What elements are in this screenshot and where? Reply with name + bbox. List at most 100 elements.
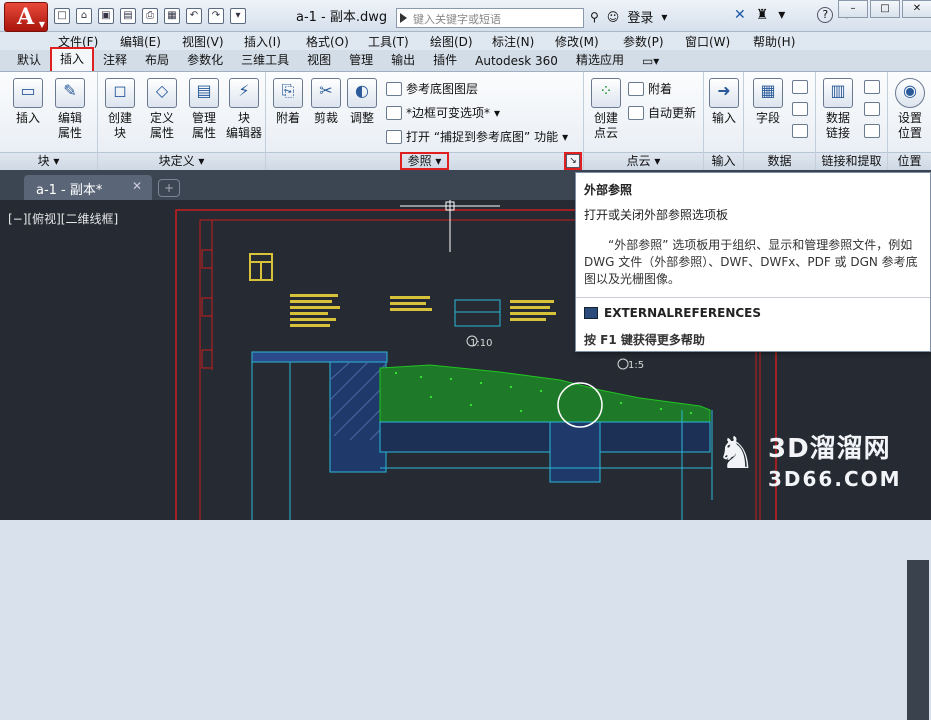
new-file-icon[interactable]: □ [54, 8, 70, 24]
login-button[interactable]: 登录 [627, 7, 653, 26]
frame-variable-dropdown[interactable]: *边框可变选项* ▾ [386, 104, 500, 121]
question-icon[interactable]: ? [817, 7, 834, 23]
user-icon[interactable]: ☺ [607, 10, 620, 24]
tab-output[interactable]: 输出 [382, 48, 424, 71]
undo-icon[interactable]: ↶ [186, 8, 202, 24]
upload-link-icon[interactable] [864, 102, 880, 116]
exchange-icon[interactable]: ✕ [734, 7, 746, 23]
adjust-label: 调整 [349, 111, 374, 125]
update-fields-icon[interactable] [792, 80, 808, 94]
tab-annotate[interactable]: 注释 [94, 48, 136, 71]
panel-title-block[interactable]: 块 ▾ [0, 152, 97, 170]
edit-attribute-icon: ✎ [55, 78, 85, 108]
binoculars-icon[interactable]: ⚲ [590, 10, 599, 24]
chevron-down-icon[interactable]: ▾ [778, 7, 785, 23]
save-icon[interactable]: ▣ [98, 8, 114, 24]
document-tab[interactable]: a-1 - 副本* ✕ [24, 175, 152, 200]
panel-title-reference[interactable]: 参照 ▾ [266, 152, 583, 170]
panel-title-location[interactable]: 位置 [888, 152, 931, 170]
watermark: ♞ 3D溜溜网 3D66.COM [716, 428, 902, 491]
external-references-launcher[interactable]: ↘ [564, 152, 582, 170]
block-editor-label-2: 编辑器 [225, 126, 262, 140]
panel-import: ➜ 输入 输入 [704, 72, 744, 170]
manage-attribute-icon: ▤ [189, 78, 219, 108]
ribbon-tab-bar: 默认 插入 注释 布局 参数化 三维工具 视图 管理 输出 插件 Autodes… [0, 47, 931, 72]
tab-autodesk-360[interactable]: Autodesk 360 [466, 51, 567, 71]
chevron-down-icon: ▾ [562, 129, 569, 144]
insert-block-button[interactable]: ▭ 插入 [6, 78, 50, 126]
define-attribute-label-1: 定义 [149, 111, 174, 125]
tab-plugins[interactable]: 插件 [424, 48, 466, 71]
auto-update-label: 自动更新 [648, 106, 697, 120]
watermark-line-1: 3D溜溜网 [768, 434, 891, 464]
close-window-button[interactable]: ✕ [902, 0, 931, 18]
attach-point-cloud-button[interactable]: 附着 [628, 80, 672, 97]
panel-title-linking[interactable]: 链接和提取 [816, 152, 887, 170]
menu-window[interactable]: 窗口(W) [685, 32, 753, 50]
create-point-cloud-button[interactable]: ⁘ 创建 点云 [584, 78, 628, 141]
maximize-button[interactable]: □ [870, 0, 900, 18]
edit-attribute-button[interactable]: ✎ 编辑 属性 [48, 78, 92, 141]
tab-insert[interactable]: 插入 [50, 47, 95, 71]
data-link-button[interactable]: ▥ 数据 链接 [816, 78, 860, 141]
download-link-icon[interactable] [864, 124, 880, 138]
snap-underlay-dropdown[interactable]: 打开 “捕捉到参考底图” 功能 ▾ [386, 128, 568, 145]
external-references-tooltip: 外部参照 打开或关闭外部参照选项板 “外部参照” 选项板用于组织、显示和管理参照… [575, 172, 931, 352]
search-input[interactable]: 键入关键字或短语 [396, 8, 584, 28]
panel-title-import[interactable]: 输入 [704, 152, 743, 170]
block-editor-button[interactable]: ⚡ 块 编辑器 [222, 78, 266, 141]
manage-attribute-button[interactable]: ▤ 管理 属性 [182, 78, 226, 141]
menu-dimension[interactable]: 标注(N) [492, 32, 555, 50]
field-button[interactable]: ▦ 字段 [746, 78, 790, 126]
new-tab-button[interactable]: + [158, 179, 180, 197]
clip-icon: ✂ [311, 78, 341, 108]
extract-data-icon[interactable] [864, 80, 880, 94]
paperclip-icon: ⎘ [273, 78, 303, 108]
redo-icon[interactable]: ↷ [208, 8, 224, 24]
application-menu-button[interactable]: A ▼ [4, 2, 48, 32]
tab-default[interactable]: 默认 [8, 48, 50, 71]
print-icon[interactable]: ⎙ [142, 8, 158, 24]
snap-underlay-label: 打开 “捕捉到参考底图” 功能 [406, 130, 559, 144]
snap-icon [386, 129, 402, 144]
chevron-down-icon[interactable]: ▾ [661, 10, 667, 24]
plot-icon[interactable]: ▦ [164, 8, 180, 24]
import-button[interactable]: ➜ 输入 [702, 78, 746, 126]
set-location-button[interactable]: ◉ 设置 位置 [888, 78, 931, 141]
open-folder-icon[interactable]: ⌂ [76, 8, 92, 24]
tab-parametric[interactable]: 参数化 [178, 48, 232, 71]
tab-layout[interactable]: 布局 [136, 48, 178, 71]
connect-icon[interactable]: ♜ [756, 7, 769, 23]
tab-featured-apps[interactable]: 精选应用 [567, 48, 633, 71]
adjust-button[interactable]: ◐ 调整 [340, 78, 384, 126]
create-point-cloud-label-2: 点云 [593, 126, 618, 140]
tag-icon: ◇ [147, 78, 177, 108]
navigation-bar[interactable] [907, 560, 929, 720]
viewport-controls-label[interactable]: [−][俯视][二维线框] [8, 210, 118, 227]
ribbon-options-icon[interactable]: ▭▾ [633, 51, 668, 71]
tab-3d-tools[interactable]: 三维工具 [232, 48, 298, 71]
tab-manage[interactable]: 管理 [340, 48, 382, 71]
ribbon: ▭ 插入 ✎ 编辑 属性 块 ▾ ◻ 创建 块 ◇ 定义 属性 ▤ 管理 属性 [0, 72, 931, 170]
close-icon[interactable]: ✕ [132, 179, 142, 193]
minimize-button[interactable]: – [838, 0, 868, 18]
save-as-icon[interactable]: ▤ [120, 8, 136, 24]
panel-title-data[interactable]: 数据 [744, 152, 815, 170]
panel-title-block-definition[interactable]: 块定义 ▾ [98, 152, 265, 170]
hyperlink-icon[interactable] [792, 124, 808, 138]
tab-view[interactable]: 视图 [298, 48, 340, 71]
panel-title-point-cloud[interactable]: 点云 ▾ [584, 152, 703, 170]
grass-area [379, 364, 711, 423]
title-bar: A ▼ □ ⌂ ▣ ▤ ⎙ ▦ ↶ ↷ ▾ a-1 - 副本.dwg 键入关键字… [0, 0, 931, 32]
customize-dropdown-icon[interactable]: ▾ [230, 8, 246, 24]
auto-update-button[interactable]: 自动更新 [628, 104, 696, 121]
define-attribute-label-2: 属性 [149, 126, 174, 140]
manage-attribute-label-2: 属性 [191, 126, 216, 140]
ole-object-icon[interactable] [792, 102, 808, 116]
panel-title-reference-highlight[interactable]: 参照 ▾ [399, 152, 450, 170]
create-block-button[interactable]: ◻ 创建 块 [98, 78, 142, 141]
frame-marker-2 [201, 297, 213, 317]
underlay-layers-button[interactable]: 参考底图图层 [386, 80, 478, 97]
define-attribute-button[interactable]: ◇ 定义 属性 [140, 78, 184, 141]
menu-help[interactable]: 帮助(H) [753, 32, 813, 50]
